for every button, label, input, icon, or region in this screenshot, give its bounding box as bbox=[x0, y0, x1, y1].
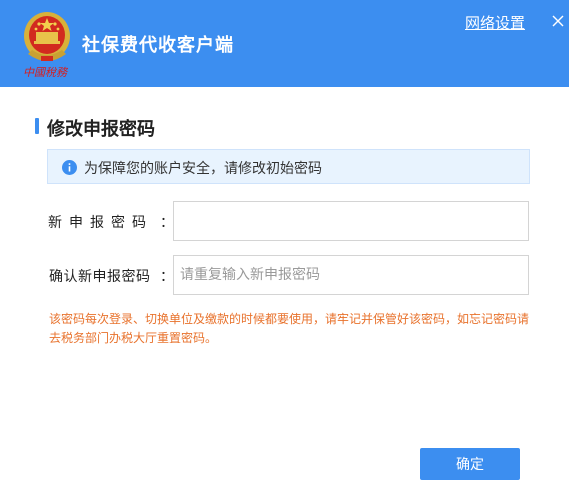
notice-text: 为保障您的账户安全，请修改初始密码 bbox=[84, 161, 322, 177]
label-colon: ： bbox=[160, 269, 174, 285]
label-colon: ： bbox=[160, 215, 174, 231]
title-bar: 中國稅務 社保费代收客户端 网络设置 bbox=[0, 0, 569, 87]
notice-banner: 为保障您的账户安全，请修改初始密码 bbox=[47, 149, 530, 184]
confirm-password-input[interactable] bbox=[173, 255, 529, 295]
confirm-password-label: 确认新申报密码 bbox=[49, 269, 151, 285]
close-icon[interactable] bbox=[551, 14, 565, 28]
page-title: 修改申报密码 bbox=[47, 119, 155, 140]
section-accent-bar bbox=[35, 118, 39, 134]
confirm-button[interactable]: 确定 bbox=[420, 448, 520, 480]
network-settings-link[interactable]: 网络设置 bbox=[465, 12, 525, 33]
tax-emblem-icon bbox=[24, 12, 70, 61]
app-title: 社保费代收客户端 bbox=[82, 35, 234, 56]
new-password-label: 新申报密码 bbox=[48, 215, 153, 231]
password-warning-text: 该密码每次登录、切换单位及缴款的时候都要使用，请牢记并保管好该密码，如忘记密码请… bbox=[49, 312, 530, 345]
info-icon bbox=[62, 160, 77, 175]
new-password-input[interactable] bbox=[173, 201, 529, 241]
emblem-caption: 中國稅務 bbox=[23, 66, 67, 79]
